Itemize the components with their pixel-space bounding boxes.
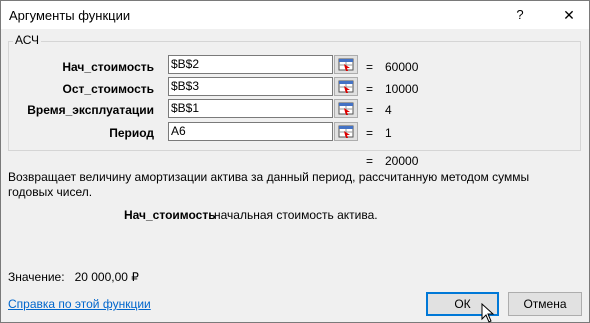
- range-selector-button[interactable]: [334, 99, 358, 118]
- arg-label-period: Период: [109, 126, 154, 140]
- range-selector-button[interactable]: [334, 122, 358, 141]
- function-name-label: АСЧ: [13, 33, 42, 47]
- close-button[interactable]: ✕: [549, 3, 589, 27]
- argument-help-name: Нач_стоимость: [124, 208, 216, 222]
- arg-label-salvage: Ост_стоимость: [62, 82, 154, 96]
- collapse-dialog-icon: [338, 102, 354, 115]
- collapse-dialog-icon: [338, 125, 354, 138]
- arg-input-salvage[interactable]: $B$3: [168, 77, 333, 96]
- arg-label-life: Время_эксплуатации: [27, 103, 154, 117]
- equals-sign: =: [366, 60, 374, 74]
- arg-result-period: 1: [385, 126, 392, 140]
- equals-sign: =: [366, 126, 374, 140]
- arg-label-initial-cost: Нач_стоимость: [62, 60, 154, 74]
- equals-sign: =: [366, 103, 374, 117]
- collapse-dialog-icon: [338, 58, 354, 71]
- help-button[interactable]: ?: [509, 5, 531, 25]
- arg-result-salvage: 10000: [385, 82, 419, 96]
- equals-sign: =: [366, 154, 374, 168]
- arg-input-initial-cost[interactable]: $B$2: [168, 55, 333, 74]
- function-arguments-dialog: Аргументы функции ? ✕ АСЧ Нач_стоимость …: [0, 0, 590, 323]
- range-selector-button[interactable]: [334, 77, 358, 96]
- collapse-dialog-icon: [338, 80, 354, 93]
- arg-result-life: 4: [385, 103, 392, 117]
- result-line: Значение: 20 000,00 ₽: [8, 270, 139, 284]
- arg-input-period[interactable]: A6: [168, 122, 333, 141]
- range-selector-button[interactable]: [334, 55, 358, 74]
- arg-input-life[interactable]: $B$1: [168, 99, 333, 118]
- cancel-button[interactable]: Отмена: [508, 292, 582, 316]
- argument-help-text: начальная стоимость актива.: [214, 208, 378, 222]
- equals-sign: =: [366, 82, 374, 96]
- mouse-pointer-icon: [481, 303, 495, 323]
- formula-result: 20000: [385, 154, 419, 168]
- result-value: 20 000,00 ₽: [74, 270, 139, 284]
- arg-result-initial-cost: 60000: [385, 60, 419, 74]
- title-bar: Аргументы функции ? ✕: [1, 1, 589, 29]
- dialog-title: Аргументы функции: [9, 8, 131, 23]
- function-help-link[interactable]: Справка по этой функции: [8, 297, 151, 311]
- result-label: Значение:: [8, 270, 65, 284]
- function-description: Возвращает величину амортизации актива з…: [8, 170, 530, 199]
